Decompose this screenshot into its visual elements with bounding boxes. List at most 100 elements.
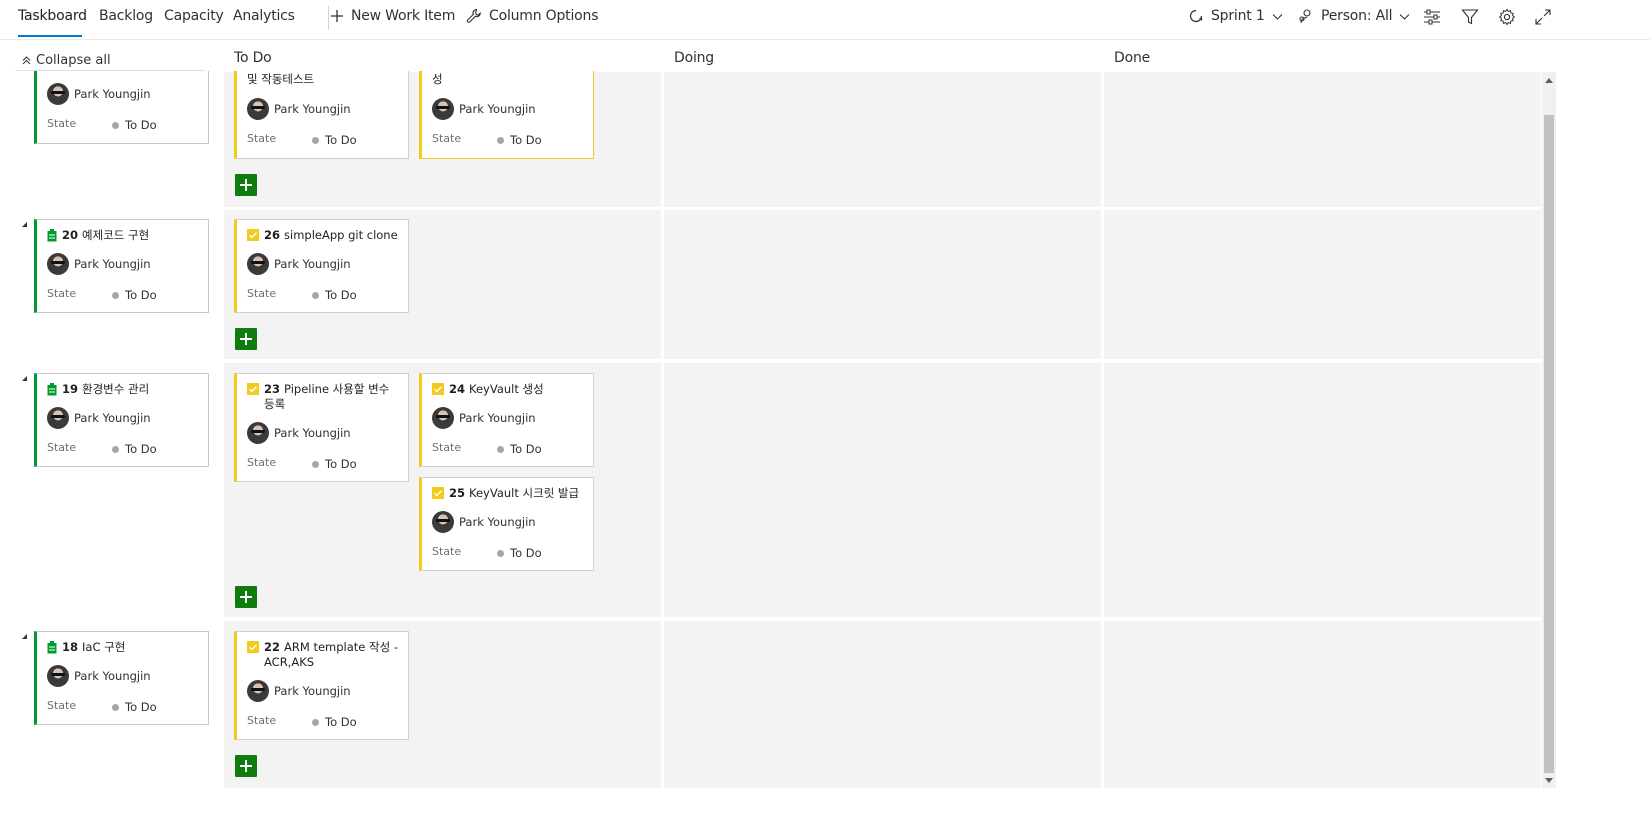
cell-done (1104, 621, 1541, 788)
task-card[interactable]: 24 KeyVault 생성 Park Youngjin State To Do (419, 373, 594, 467)
state-text: To Do (510, 442, 542, 456)
row-collapse-icon[interactable] (22, 222, 27, 227)
task-title: 성 (432, 72, 585, 87)
state-dot-icon (112, 121, 119, 129)
tab-taskboard[interactable]: Taskboard (18, 8, 87, 24)
cell-doing (664, 621, 1101, 788)
toolbar-divider (328, 6, 329, 30)
task-card[interactable]: 및 작동테스트 Park Youngjin State To Do (234, 71, 409, 159)
task-title: 및 작동테스트 (247, 72, 400, 87)
tab-backlog[interactable]: Backlog (99, 8, 153, 24)
parent-card[interactable]: 18 IaC 구현 Park Youngjin State To Do (34, 631, 209, 725)
state-value[interactable]: To Do (312, 288, 357, 302)
add-task-button[interactable] (235, 755, 257, 777)
task-title-text: 및 작동테스트 (247, 72, 315, 86)
state-text: To Do (510, 133, 542, 147)
state-value[interactable]: To Do (497, 442, 542, 456)
task-title-text: Pipeline 사용할 변수 등록 (264, 382, 390, 411)
state-value[interactable]: To Do (112, 442, 157, 456)
state-label: State (47, 699, 77, 712)
state-label: State (247, 132, 277, 145)
row-collapse-icon[interactable] (22, 634, 27, 639)
expand-icon[interactable] (1533, 7, 1553, 27)
assignee: Park Youngjin (247, 680, 351, 702)
row-collapse-icon[interactable] (22, 376, 27, 381)
state-value[interactable]: To Do (497, 133, 542, 147)
scrollbar-thumb[interactable] (1544, 115, 1554, 773)
avatar (47, 253, 69, 275)
assignee: Park Youngjin (432, 98, 536, 120)
state-label: State (432, 132, 462, 145)
cell-done (1104, 363, 1541, 617)
tab-capacity[interactable]: Capacity (164, 8, 224, 24)
task-title-text: simpleApp git clone (284, 228, 398, 242)
state-label: State (47, 441, 77, 454)
task-card[interactable]: 26 simpleApp git clone Park Youngjin Stat… (234, 219, 409, 313)
sprint-icon (1189, 9, 1203, 23)
tab-analytics[interactable]: Analytics (233, 8, 295, 24)
scroll-down-arrow-icon[interactable] (1545, 778, 1553, 783)
task-card[interactable]: 성 Park Youngjin State To Do (419, 71, 594, 159)
task-title: 23 Pipeline 사용할 변수 등록 (247, 382, 400, 412)
state-text: To Do (325, 715, 357, 729)
column-options-button[interactable]: Column Options (466, 8, 598, 24)
scroll-up-arrow-icon[interactable] (1545, 78, 1553, 83)
task-title: 26 simpleApp git clone (247, 228, 400, 243)
state-dot-icon (112, 291, 119, 299)
state-value[interactable]: To Do (112, 288, 157, 302)
parent-title: 20 예제코드 구현 (47, 228, 200, 243)
assignee: Park Youngjin (247, 98, 351, 120)
add-task-button[interactable] (235, 174, 257, 196)
state-value[interactable]: To Do (112, 118, 157, 132)
task-card[interactable]: 22 ARM template 작성 - ACR,AKS Park Youngji… (234, 631, 409, 740)
column-header-doing: Doing (674, 50, 714, 66)
people-icon (1299, 9, 1311, 24)
state-value[interactable]: To Do (312, 133, 357, 147)
column-header-done: Done (1114, 50, 1151, 66)
parent-title-text: 환경변수 관리 (82, 382, 150, 396)
gear-icon[interactable] (1497, 7, 1517, 27)
state-value[interactable]: To Do (497, 546, 542, 560)
state-label: State (432, 545, 462, 558)
backlog-item-icon (47, 229, 57, 242)
add-task-button[interactable] (235, 586, 257, 608)
assignee-name: Park Youngjin (274, 102, 351, 116)
add-task-button[interactable] (235, 328, 257, 350)
work-item-id: 23 (264, 382, 281, 396)
collapse-all-label: Collapse all (36, 53, 111, 68)
state-label: State (47, 287, 77, 300)
state-value[interactable]: To Do (312, 457, 357, 471)
task-card[interactable]: 25 KeyVault 시크릿 발급 Park Youngjin State To… (419, 477, 594, 571)
parent-card[interactable]: 20 예제코드 구현 Park Youngjin State To Do (34, 219, 209, 313)
state-value[interactable]: To Do (312, 715, 357, 729)
parent-card[interactable]: 19 환경변수 관리 Park Youngjin State To Do (34, 373, 209, 467)
task-check-icon (247, 229, 259, 241)
state-dot-icon (312, 291, 319, 299)
avatar (247, 98, 269, 120)
state-text: To Do (325, 457, 357, 471)
sprint-picker[interactable]: Sprint 1 (1188, 8, 1283, 24)
assignee-name: Park Youngjin (74, 87, 151, 101)
filter-icon[interactable] (1460, 7, 1480, 27)
state-text: To Do (125, 700, 157, 714)
task-card[interactable]: 23 Pipeline 사용할 변수 등록 Park Youngjin State… (234, 373, 409, 482)
assignee: Park Youngjin (47, 407, 151, 429)
assignee-name: Park Youngjin (459, 515, 536, 529)
task-title: 25 KeyVault 시크릿 발급 (432, 486, 585, 501)
avatar (47, 83, 69, 105)
work-item-id: 19 (62, 382, 79, 396)
new-work-item-button[interactable]: New Work Item (330, 8, 455, 24)
work-item-id: 26 (264, 228, 281, 242)
work-item-id: 24 (449, 382, 466, 396)
person-filter[interactable]: Person: All (1298, 8, 1410, 24)
avatar (247, 422, 269, 444)
wrench-icon (466, 8, 481, 23)
chevron-down-icon (1272, 13, 1282, 20)
parent-card[interactable]: Park Youngjin State To Do (34, 71, 209, 144)
task-check-icon (432, 383, 444, 395)
cell-doing (664, 210, 1101, 359)
avatar (432, 511, 454, 533)
collapse-all-button[interactable]: Collapse all (22, 53, 111, 68)
settings-sliders-icon[interactable] (1422, 7, 1442, 27)
state-value[interactable]: To Do (112, 700, 157, 714)
